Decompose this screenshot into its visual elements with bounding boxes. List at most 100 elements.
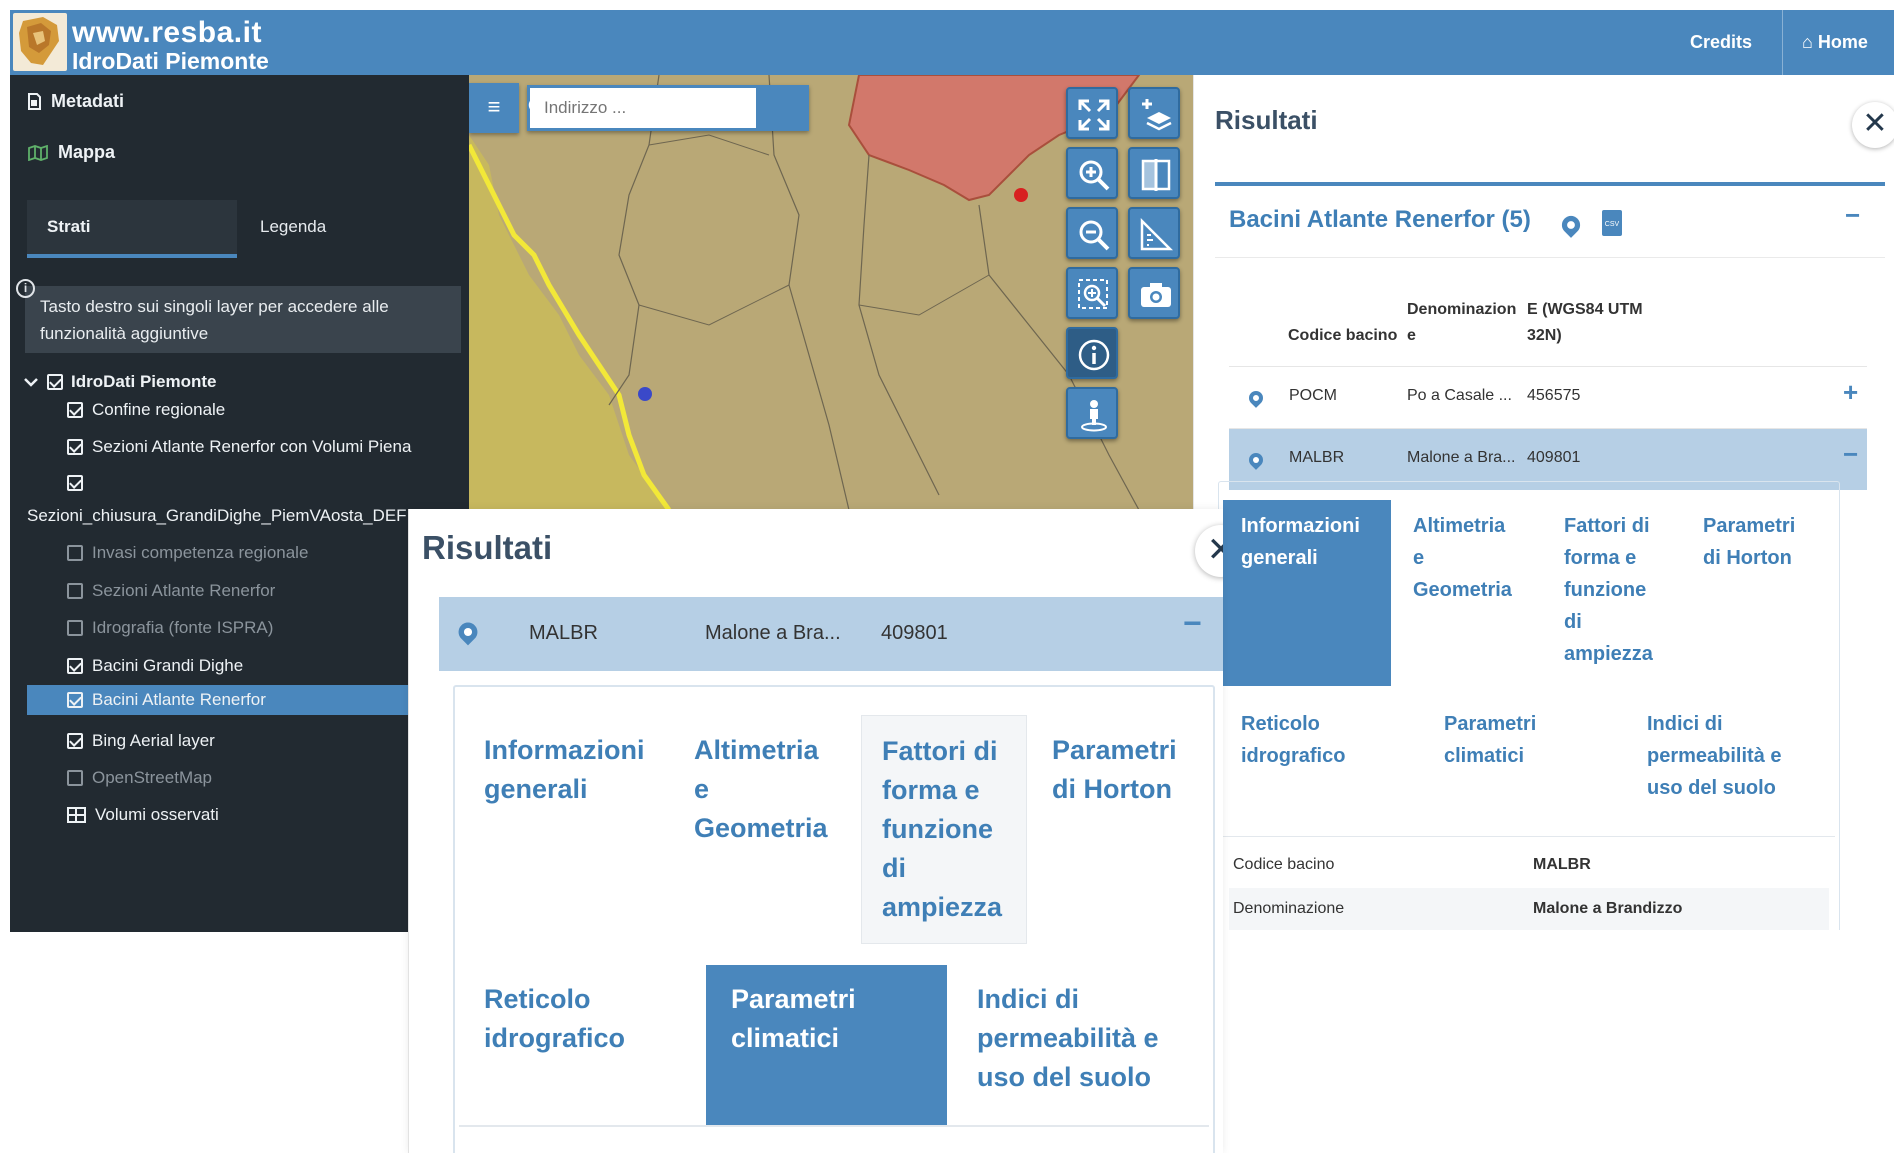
identify-icon [1078,339,1110,371]
pin-icon[interactable] [1558,212,1584,238]
layer-checkbox[interactable] [67,583,83,599]
tab-informazioni-generali[interactable]: Informazioni generali [484,731,645,809]
layer-item[interactable]: OpenStreetMap [67,768,212,788]
credits-link[interactable]: Credits [1690,10,1752,75]
cell-denominazione: Po a Casale ... [1407,387,1512,404]
cell-e: 409801 [881,622,948,644]
measure-button[interactable] [1128,207,1180,259]
tab-parametri-climatici[interactable]: Parametri climatici [706,965,947,1125]
tab-label: Fattori di [882,736,998,766]
street-view-button[interactable] [1066,387,1118,439]
close-icon[interactable]: ✕ [1195,525,1223,577]
tab-altimetria[interactable]: Altimetria e Geometria [1413,510,1512,606]
layer-checkbox[interactable] [67,692,83,708]
tab-indici-permeabilita[interactable]: Indici di permeabilità e uso del suolo [977,980,1159,1097]
tab-label: Indici di [1647,713,1723,735]
layer-item[interactable]: Confine regionale [67,400,225,420]
tab-indici-permeabilita[interactable]: Indici di permeabilità e uso del suolo [1647,708,1782,804]
info-icon: i [16,279,35,298]
tab-informazioni-generali[interactable]: Informazioni generali [1223,500,1391,686]
sidebar-item-metadati[interactable]: Metadati [28,91,124,112]
table-row-selected[interactable]: MALBR Malone a Bra... 409801 − [439,597,1223,671]
tab-strati[interactable]: Strati [27,200,237,258]
zoom-out-icon [1079,220,1110,251]
layer-checkbox[interactable] [67,620,83,636]
site-name[interactable]: www.resba.it [72,16,262,50]
info-text-line: funzionalità aggiuntive [40,324,209,343]
collapse-row-button[interactable]: − [1183,605,1202,642]
layer-item[interactable]: Idrografia (fonte ISPRA) [67,618,273,638]
tab-label: di [882,853,906,883]
layer-item[interactable]: Sezioni Atlante Renerfor [67,581,275,601]
results-card-title[interactable]: Bacini Atlante Renerfor (5) [1229,206,1531,234]
results-panel-zoomed: Risultati MALBR Malone a Bra... 409801 −… [408,509,1223,1153]
pin-icon[interactable] [454,618,482,646]
layer-group-root[interactable]: IdroDati Piemonte [23,372,216,392]
tab-label: Altimetria [694,735,819,765]
tab-fattori-di-forma[interactable]: Fattori di forma e funzione di ampiezza [1564,510,1653,670]
fullscreen-button[interactable] [1066,87,1118,139]
tab-parametri-horton[interactable]: Parametri di Horton [1052,731,1177,809]
address-search[interactable] [527,85,809,131]
close-icon[interactable]: ✕ [1852,102,1894,148]
zoom-in-button[interactable] [1066,147,1118,199]
layer-checkbox[interactable] [67,658,83,674]
tab-reticolo-idrografico[interactable]: Reticolo idrografico [1241,708,1345,772]
pin-icon[interactable] [1246,388,1266,408]
results-panel: Risultati ✕ Bacini Atlante Renerfor (5) … [1193,75,1894,930]
tab-label: Parametri [1444,713,1537,735]
collapse-row-button[interactable]: − [1843,439,1858,470]
navbar-divider [1782,10,1783,75]
layer-item[interactable]: Sezioni Atlante Renerfor con Volumi Pien… [67,437,411,457]
layer-checkbox[interactable] [67,439,83,455]
table-row[interactable]: POCM Po a Casale ... 456575 + [1229,366,1867,428]
expand-row-button[interactable]: + [1843,377,1858,408]
menu-icon[interactable]: ≡ [469,83,519,133]
tab-reticolo-idrografico[interactable]: Reticolo idrografico [484,980,625,1058]
tab-label: forma e [882,775,980,805]
tab-altimetria[interactable]: Altimetria e Geometria [694,731,828,848]
layer-checkbox[interactable] [67,770,83,786]
tab-label: Informazioni [1241,515,1360,537]
sidebar-item-label: Mappa [58,142,116,162]
tab-fattori-di-forma[interactable]: Fattori di forma e funzione di ampiezza [861,715,1027,944]
layer-item[interactable] [67,475,83,491]
zoom-box-button[interactable] [1066,267,1118,319]
layer-item[interactable]: Bacini Grandi Dighe [67,656,243,676]
tab-label: Reticolo [1241,713,1320,735]
tab-parametri-climatici[interactable]: Parametri climatici [1444,708,1536,772]
tab-label: funzione [882,814,993,844]
sidebar-item-mappa[interactable]: Mappa [28,142,115,163]
zoom-out-button[interactable] [1066,207,1118,259]
layer-checkbox[interactable] [67,733,83,749]
screenshot-button[interactable] [1128,267,1180,319]
identify-button[interactable] [1066,327,1118,379]
layer-item-selected[interactable]: Bacini Atlante Renerfor [27,685,469,715]
tab-parametri-horton[interactable]: Parametri di Horton [1703,510,1795,574]
tab-label: generali [1241,547,1318,569]
detail-value: MALBR [1533,856,1591,873]
home-link[interactable]: ⌂ Home [1802,10,1868,75]
address-search-input[interactable] [530,88,756,128]
layer-checkbox[interactable] [67,402,83,418]
table-icon [67,807,86,823]
compare-button[interactable] [1128,147,1180,199]
pin-icon[interactable] [1246,450,1266,470]
layer-checkbox[interactable] [67,475,83,491]
results-card-header: Bacini Atlante Renerfor (5) CSV − [1215,186,1885,258]
layer-item[interactable]: Invasi competenza regionale [67,543,308,563]
csv-icon[interactable]: CSV [1602,210,1622,236]
map-canvas[interactable]: ≡ [469,75,1193,510]
search-icon[interactable] [527,96,549,118]
site-logo[interactable] [13,13,67,71]
layer-checkbox[interactable] [47,374,63,390]
layer-item[interactable]: Volumi osservati [67,805,219,825]
tab-legenda[interactable]: Legenda [260,217,326,237]
map-icon [28,144,48,161]
layer-checkbox[interactable] [67,545,83,561]
add-layer-button[interactable] [1128,87,1180,139]
collapse-card-button[interactable]: − [1845,200,1860,231]
layer-item[interactable]: Bing Aerial layer [67,731,215,751]
chevron-down-icon[interactable] [23,376,39,388]
compare-icon [1141,159,1171,191]
